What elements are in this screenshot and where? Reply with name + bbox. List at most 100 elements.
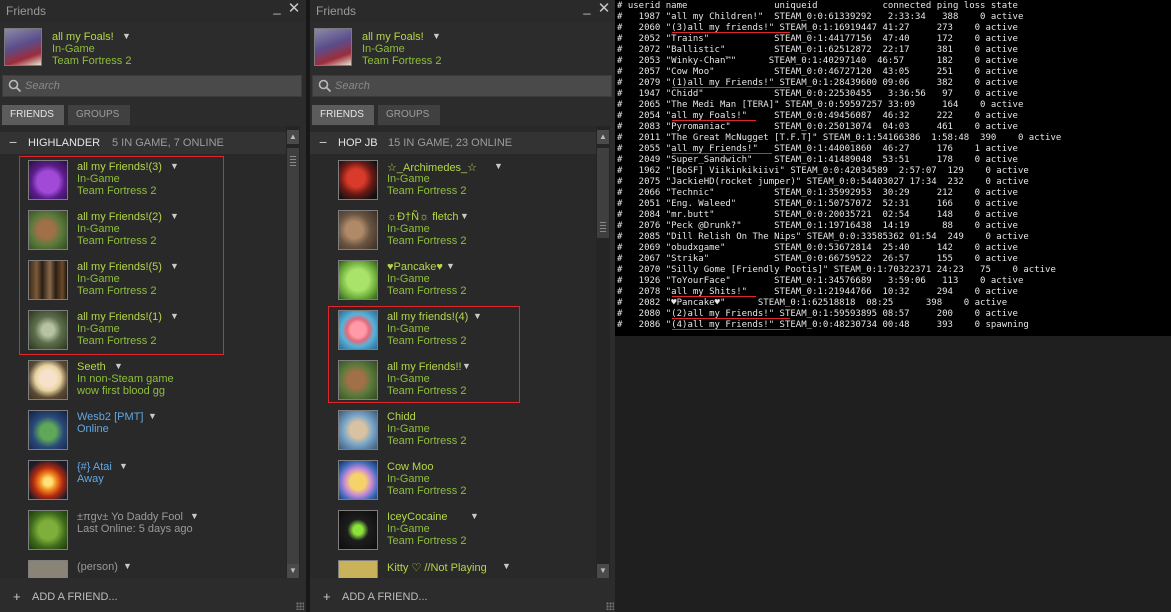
title-bar[interactable]: Friends _ ✕ bbox=[310, 0, 616, 22]
self-avatar[interactable] bbox=[314, 28, 352, 66]
friend-row[interactable]: Seeth ▼ In non-Steam game wow first bloo… bbox=[18, 356, 286, 406]
chevron-down-icon[interactable]: ▼ bbox=[494, 161, 504, 173]
friend-row[interactable]: ♥Pancake♥ ▼ In-Game Team Fortress 2 bbox=[328, 256, 596, 306]
friend-game: Team Fortress 2 bbox=[387, 485, 467, 497]
chevron-down-icon[interactable]: ▼ bbox=[119, 461, 129, 473]
name-underline bbox=[672, 32, 790, 33]
plus-icon[interactable]: + bbox=[13, 589, 21, 604]
name-underline bbox=[672, 329, 790, 330]
self-name: all my Foals! bbox=[52, 31, 114, 43]
add-friend-button[interactable]: ADD A FRIEND... bbox=[342, 591, 428, 603]
friend-avatar[interactable] bbox=[28, 410, 68, 450]
friend-row[interactable]: ±πgv± Yo Daddy Fool ▼ Last Online: 5 day… bbox=[18, 506, 286, 556]
scroll-thumb[interactable] bbox=[287, 148, 299, 572]
friend-avatar[interactable] bbox=[338, 460, 378, 500]
friend-row[interactable]: Cow Moo In-Game Team Fortress 2 bbox=[328, 456, 596, 506]
chevron-down-icon[interactable]: ▼ bbox=[470, 511, 480, 523]
scrollbar[interactable]: ▲ ▼ bbox=[596, 126, 610, 578]
friend-game: Team Fortress 2 bbox=[387, 235, 467, 247]
friend-name: ±πgv± Yo Daddy Fool bbox=[77, 511, 183, 523]
chevron-down-icon[interactable]: ▼ bbox=[190, 511, 200, 523]
tab-groups[interactable]: GROUPS bbox=[68, 105, 130, 125]
name-underline bbox=[672, 296, 756, 297]
console-status-output: # userid name uniqueid connected ping lo… bbox=[615, 0, 1171, 336]
search-icon bbox=[318, 79, 332, 93]
console-line: # 2083 "Pyromaniac" STEAM_0:0:25013074 0… bbox=[617, 122, 1018, 132]
self-name: all my Foals! bbox=[362, 31, 424, 43]
scroll-down-icon[interactable]: ▼ bbox=[287, 564, 299, 578]
close-icon[interactable]: ✕ bbox=[287, 1, 301, 17]
friend-avatar[interactable] bbox=[28, 510, 68, 550]
footer: + ADD A FRIEND... bbox=[310, 580, 616, 612]
console-line: # 2084 "mr.butt" STEAM_0:0:20035721 02:5… bbox=[617, 210, 1018, 220]
console-line: # 1962 "[BoSF] Viikinkikiivi" STEAM_0:0:… bbox=[617, 166, 1029, 176]
friend-row[interactable]: (person) ▼ bbox=[18, 556, 286, 578]
group-header[interactable]: − HIGHLANDER 5 IN GAME, 7 ONLINE bbox=[0, 132, 286, 154]
minimize-icon[interactable]: _ bbox=[270, 0, 284, 16]
chevron-down-icon[interactable]: ▼ bbox=[446, 261, 456, 273]
friend-name: (person) bbox=[77, 561, 118, 573]
scroll-down-icon[interactable]: ▼ bbox=[597, 564, 609, 578]
scrollbar[interactable]: ▲ ▼ bbox=[286, 126, 300, 578]
minimize-icon[interactable]: _ bbox=[580, 0, 594, 16]
friend-row[interactable]: Wesb2 [PMT] ▼ Online bbox=[18, 406, 286, 456]
chevron-down-icon[interactable]: ▼ bbox=[122, 31, 132, 43]
friend-row[interactable]: Chidd In-Game Team Fortress 2 bbox=[328, 406, 596, 456]
highlight-box bbox=[328, 306, 520, 403]
search-input[interactable] bbox=[25, 77, 295, 95]
friend-avatar[interactable] bbox=[338, 210, 378, 250]
friend-avatar[interactable] bbox=[28, 360, 68, 400]
chevron-down-icon[interactable]: ▼ bbox=[460, 211, 470, 223]
chevron-down-icon[interactable]: ▼ bbox=[148, 411, 158, 423]
scroll-up-icon[interactable]: ▲ bbox=[597, 130, 609, 144]
tab-friends[interactable]: FRIENDS bbox=[312, 105, 374, 125]
friend-row[interactable]: Kitty ♡ //Not Playing ▼ bbox=[328, 556, 596, 578]
friend-row[interactable]: {#} Atai ▼ Away bbox=[18, 456, 286, 506]
group-name: HOP JB bbox=[338, 137, 378, 149]
chevron-down-icon[interactable]: ▼ bbox=[432, 31, 442, 43]
close-icon[interactable]: ✕ bbox=[597, 1, 611, 17]
friend-name: Kitty ♡ //Not Playing bbox=[387, 562, 487, 574]
plus-icon[interactable]: + bbox=[323, 589, 331, 604]
window-title: Friends bbox=[6, 4, 47, 18]
resize-grip-icon[interactable] bbox=[296, 602, 304, 610]
friend-avatar[interactable] bbox=[338, 560, 378, 578]
console-line: # 2065 "The Medi Man [TERA]" STEAM_0:0:5… bbox=[617, 100, 1024, 110]
friend-avatar[interactable] bbox=[338, 510, 378, 550]
search-box[interactable] bbox=[2, 75, 302, 97]
collapse-icon[interactable]: − bbox=[9, 134, 17, 150]
friend-avatar[interactable] bbox=[28, 460, 68, 500]
friend-avatar[interactable] bbox=[338, 160, 378, 200]
chevron-down-icon[interactable]: ▼ bbox=[114, 361, 124, 373]
tab-friends[interactable]: FRIENDS bbox=[2, 105, 64, 125]
name-underline bbox=[672, 120, 756, 121]
group-header[interactable]: − HOP JB 15 IN GAME, 23 ONLINE bbox=[310, 132, 596, 154]
console-line: # 2082 "♥Pancake♥" STEAM_0:1:62518818 08… bbox=[617, 298, 1008, 308]
chevron-down-icon[interactable]: ▼ bbox=[502, 561, 512, 573]
friend-row[interactable]: ☆_Archimedes_☆ ▼ In-Game Team Fortress 2 bbox=[328, 156, 596, 206]
self-status: In-Game bbox=[52, 43, 95, 55]
name-underline bbox=[672, 318, 790, 319]
scroll-thumb[interactable] bbox=[597, 148, 609, 238]
friend-avatar[interactable] bbox=[28, 560, 68, 578]
friend-game: Team Fortress 2 bbox=[387, 185, 467, 197]
friends-window-left: Friends _ ✕ all my Foals! ▼ In-Game Team… bbox=[0, 0, 306, 612]
collapse-icon[interactable]: − bbox=[319, 134, 327, 150]
friend-row[interactable]: ☼Ð†Ñ☼ fletch ▼ In-Game Team Fortress 2 bbox=[328, 206, 596, 256]
title-bar[interactable]: Friends _ ✕ bbox=[0, 0, 306, 22]
chevron-down-icon[interactable]: ▼ bbox=[123, 561, 133, 573]
add-friend-button[interactable]: ADD A FRIEND... bbox=[32, 591, 118, 603]
console-line: # 1987 "all my Children!" STEAM_0:0:6133… bbox=[617, 12, 1024, 22]
grip-icon bbox=[290, 156, 296, 166]
search-input[interactable] bbox=[335, 77, 605, 95]
search-box[interactable] bbox=[312, 75, 612, 97]
scroll-up-icon[interactable]: ▲ bbox=[287, 130, 299, 144]
self-profile[interactable]: all my Foals! ▼ In-Game Team Fortress 2 bbox=[0, 24, 306, 70]
self-profile[interactable]: all my Foals! ▼ In-Game Team Fortress 2 bbox=[310, 24, 616, 70]
friend-avatar[interactable] bbox=[338, 410, 378, 450]
friend-avatar[interactable] bbox=[338, 260, 378, 300]
friend-row[interactable]: IceyCocaine ▼ In-Game Team Fortress 2 bbox=[328, 506, 596, 556]
tab-groups[interactable]: GROUPS bbox=[378, 105, 440, 125]
self-avatar[interactable] bbox=[4, 28, 42, 66]
resize-grip-icon[interactable] bbox=[606, 602, 614, 610]
